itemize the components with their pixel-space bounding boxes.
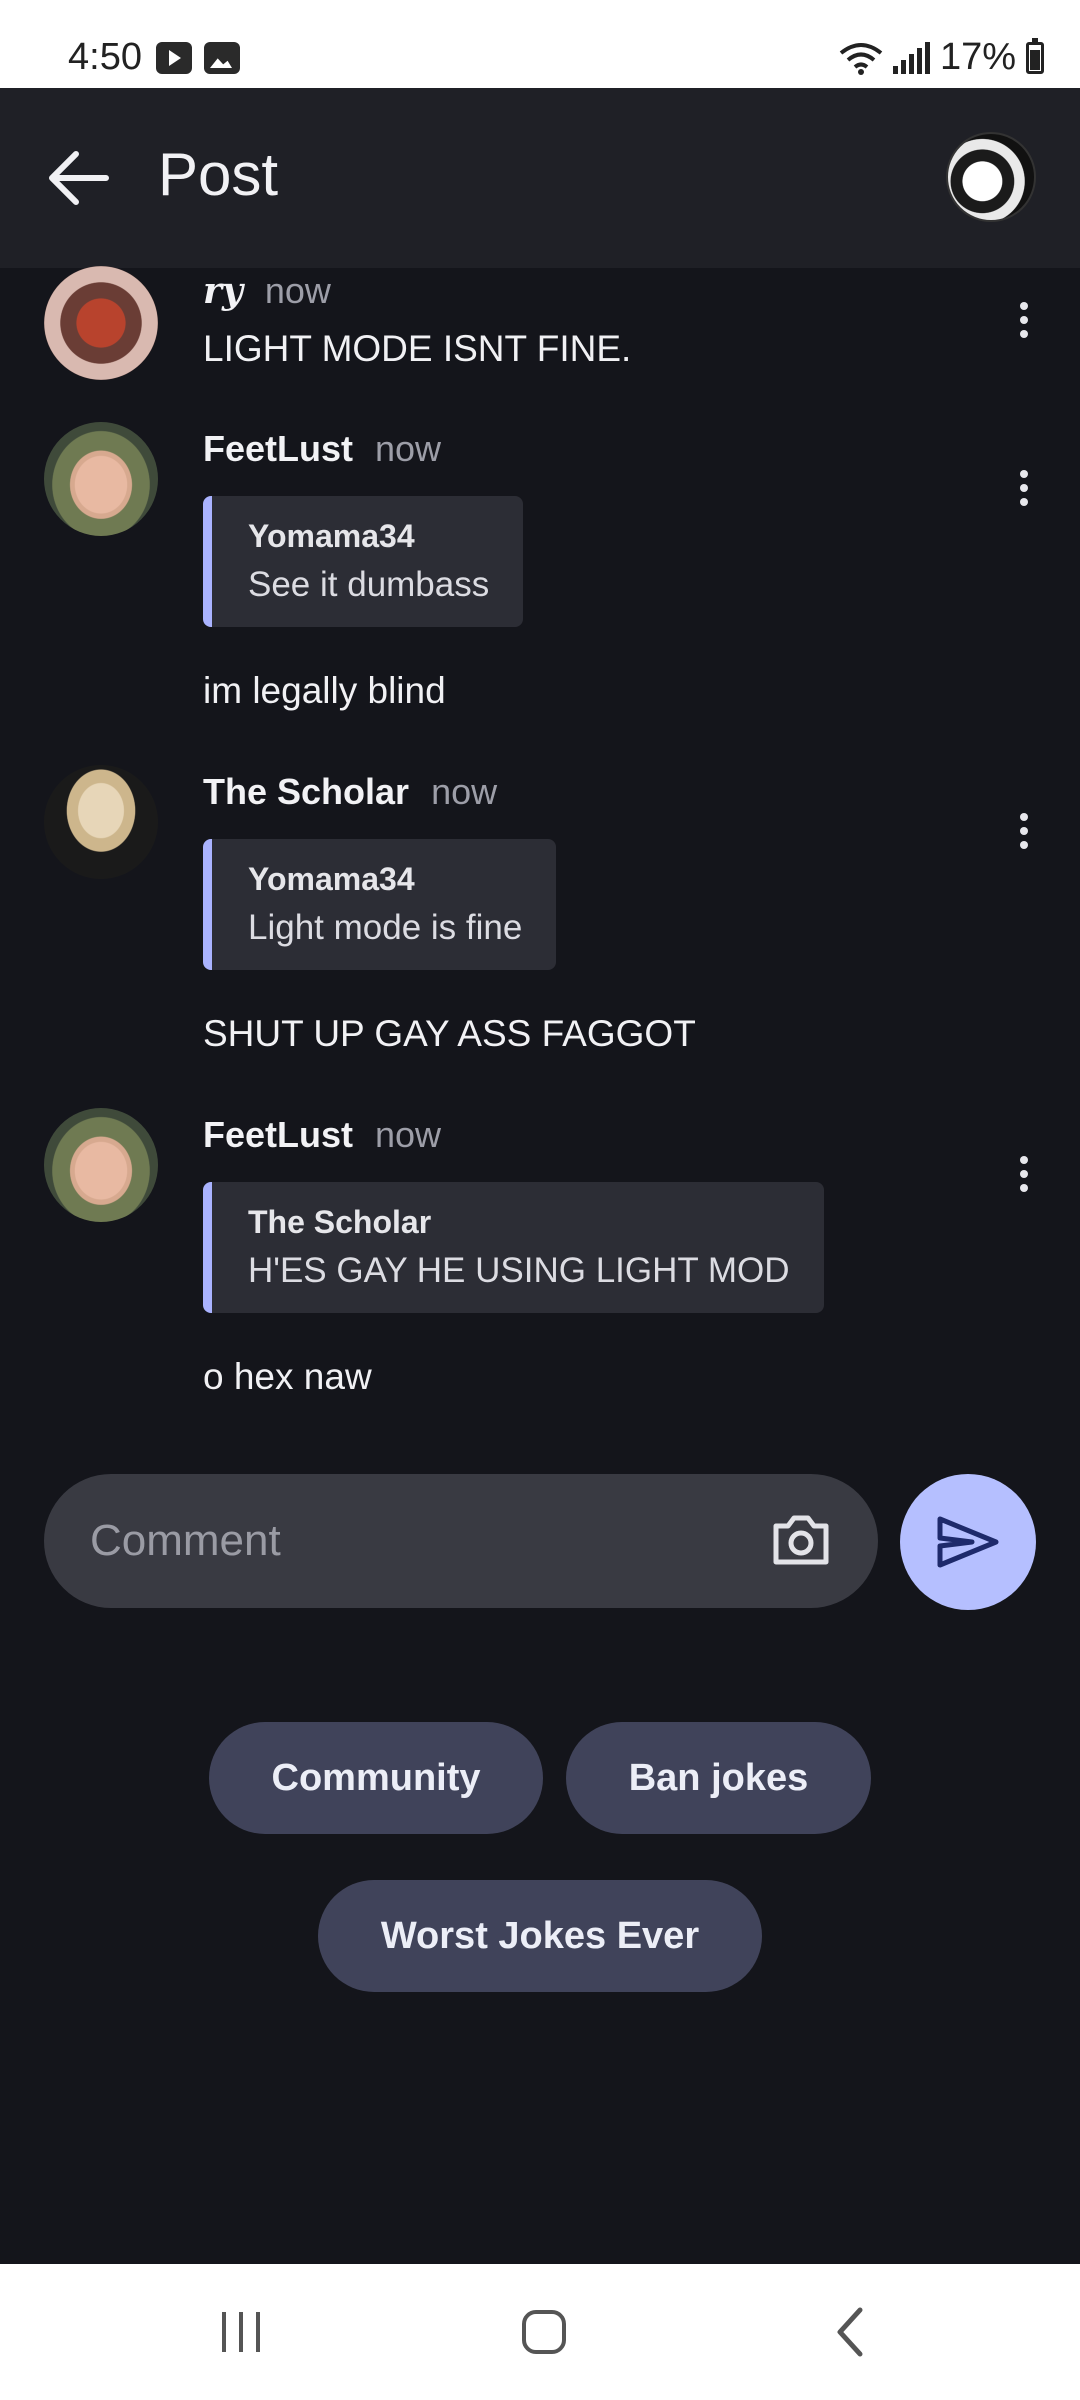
signal-icon bbox=[892, 41, 930, 74]
page-title: Post bbox=[158, 141, 279, 208]
quote-text: See it dumbass bbox=[248, 565, 490, 604]
quoted-comment[interactable]: The Scholar H'ES GAY HE USING LIGHT MOD bbox=[203, 1182, 824, 1313]
nav-back-icon[interactable] bbox=[830, 2306, 870, 2358]
quote-author: Yomama34 bbox=[248, 518, 415, 554]
avatar[interactable] bbox=[44, 1108, 158, 1222]
comment-text: im legally blind bbox=[203, 670, 446, 711]
send-icon bbox=[937, 1516, 999, 1568]
wifi-icon bbox=[839, 42, 883, 75]
comment-author[interactable]: The Scholar bbox=[203, 771, 409, 813]
avatar[interactable] bbox=[44, 422, 158, 536]
more-options-icon[interactable] bbox=[1006, 462, 1042, 514]
avatar[interactable] bbox=[44, 266, 158, 380]
comment-box bbox=[44, 1474, 878, 1608]
comment-meta: FeetLust now bbox=[203, 428, 441, 470]
comment-text: o hex naw bbox=[203, 1356, 372, 1397]
comment-time: now bbox=[431, 771, 498, 812]
comment-time: now bbox=[264, 270, 331, 311]
comment-text: SHUT UP GAY ASS FAGGOT bbox=[203, 1013, 696, 1054]
status-time: 4:50 bbox=[68, 36, 142, 78]
ban-jokes-chip[interactable]: Ban jokes bbox=[566, 1722, 871, 1834]
quote-text: Light mode is fine bbox=[248, 908, 523, 947]
status-bar: 4:50 17% bbox=[0, 0, 1080, 88]
comment-meta: The Scholar now bbox=[203, 771, 497, 813]
comment-author[interactable]: FeetLust bbox=[203, 428, 353, 470]
home-icon[interactable] bbox=[522, 2310, 566, 2354]
top-app-bar: Post bbox=[0, 88, 1080, 268]
notification-icons bbox=[156, 42, 240, 74]
comment-time: now bbox=[375, 1114, 442, 1155]
system-nav-bar bbox=[0, 2264, 1080, 2400]
quote-author: The Scholar bbox=[248, 1204, 432, 1240]
back-arrow-icon[interactable] bbox=[44, 146, 114, 210]
quote-author: Yomama34 bbox=[248, 861, 415, 897]
quoted-comment[interactable]: Yomama34 See it dumbass bbox=[203, 496, 524, 627]
comment-meta: FeetLust now bbox=[203, 1114, 441, 1156]
status-right: 17% bbox=[839, 36, 1044, 79]
comment-text: LIGHT MODE ISNT FINE. bbox=[203, 328, 632, 369]
gallery-icon bbox=[204, 42, 240, 74]
avatar[interactable] bbox=[44, 765, 158, 879]
youtube-icon bbox=[156, 42, 192, 74]
comment-meta: ry now bbox=[203, 270, 331, 312]
user-avatar[interactable] bbox=[946, 132, 1036, 222]
more-options-icon[interactable] bbox=[1006, 294, 1042, 346]
quote-text: H'ES GAY HE USING LIGHT MOD bbox=[248, 1251, 790, 1290]
community-chip[interactable]: Community bbox=[209, 1722, 543, 1834]
comment-author[interactable]: ry bbox=[203, 270, 243, 312]
battery-percent: 17% bbox=[939, 36, 1016, 78]
battery-icon bbox=[1026, 37, 1044, 74]
quoted-comment[interactable]: Yomama34 Light mode is fine bbox=[203, 839, 557, 970]
camera-icon[interactable] bbox=[770, 1512, 832, 1568]
comment-input[interactable] bbox=[90, 1502, 730, 1580]
comment-author[interactable]: FeetLust bbox=[203, 1114, 353, 1156]
more-options-icon[interactable] bbox=[1006, 805, 1042, 857]
worst-jokes-chip[interactable]: Worst Jokes Ever bbox=[318, 1880, 762, 1992]
send-button[interactable] bbox=[900, 1474, 1036, 1610]
comment-time: now bbox=[375, 428, 442, 469]
more-options-icon[interactable] bbox=[1006, 1148, 1042, 1200]
recents-icon[interactable] bbox=[222, 2312, 260, 2352]
